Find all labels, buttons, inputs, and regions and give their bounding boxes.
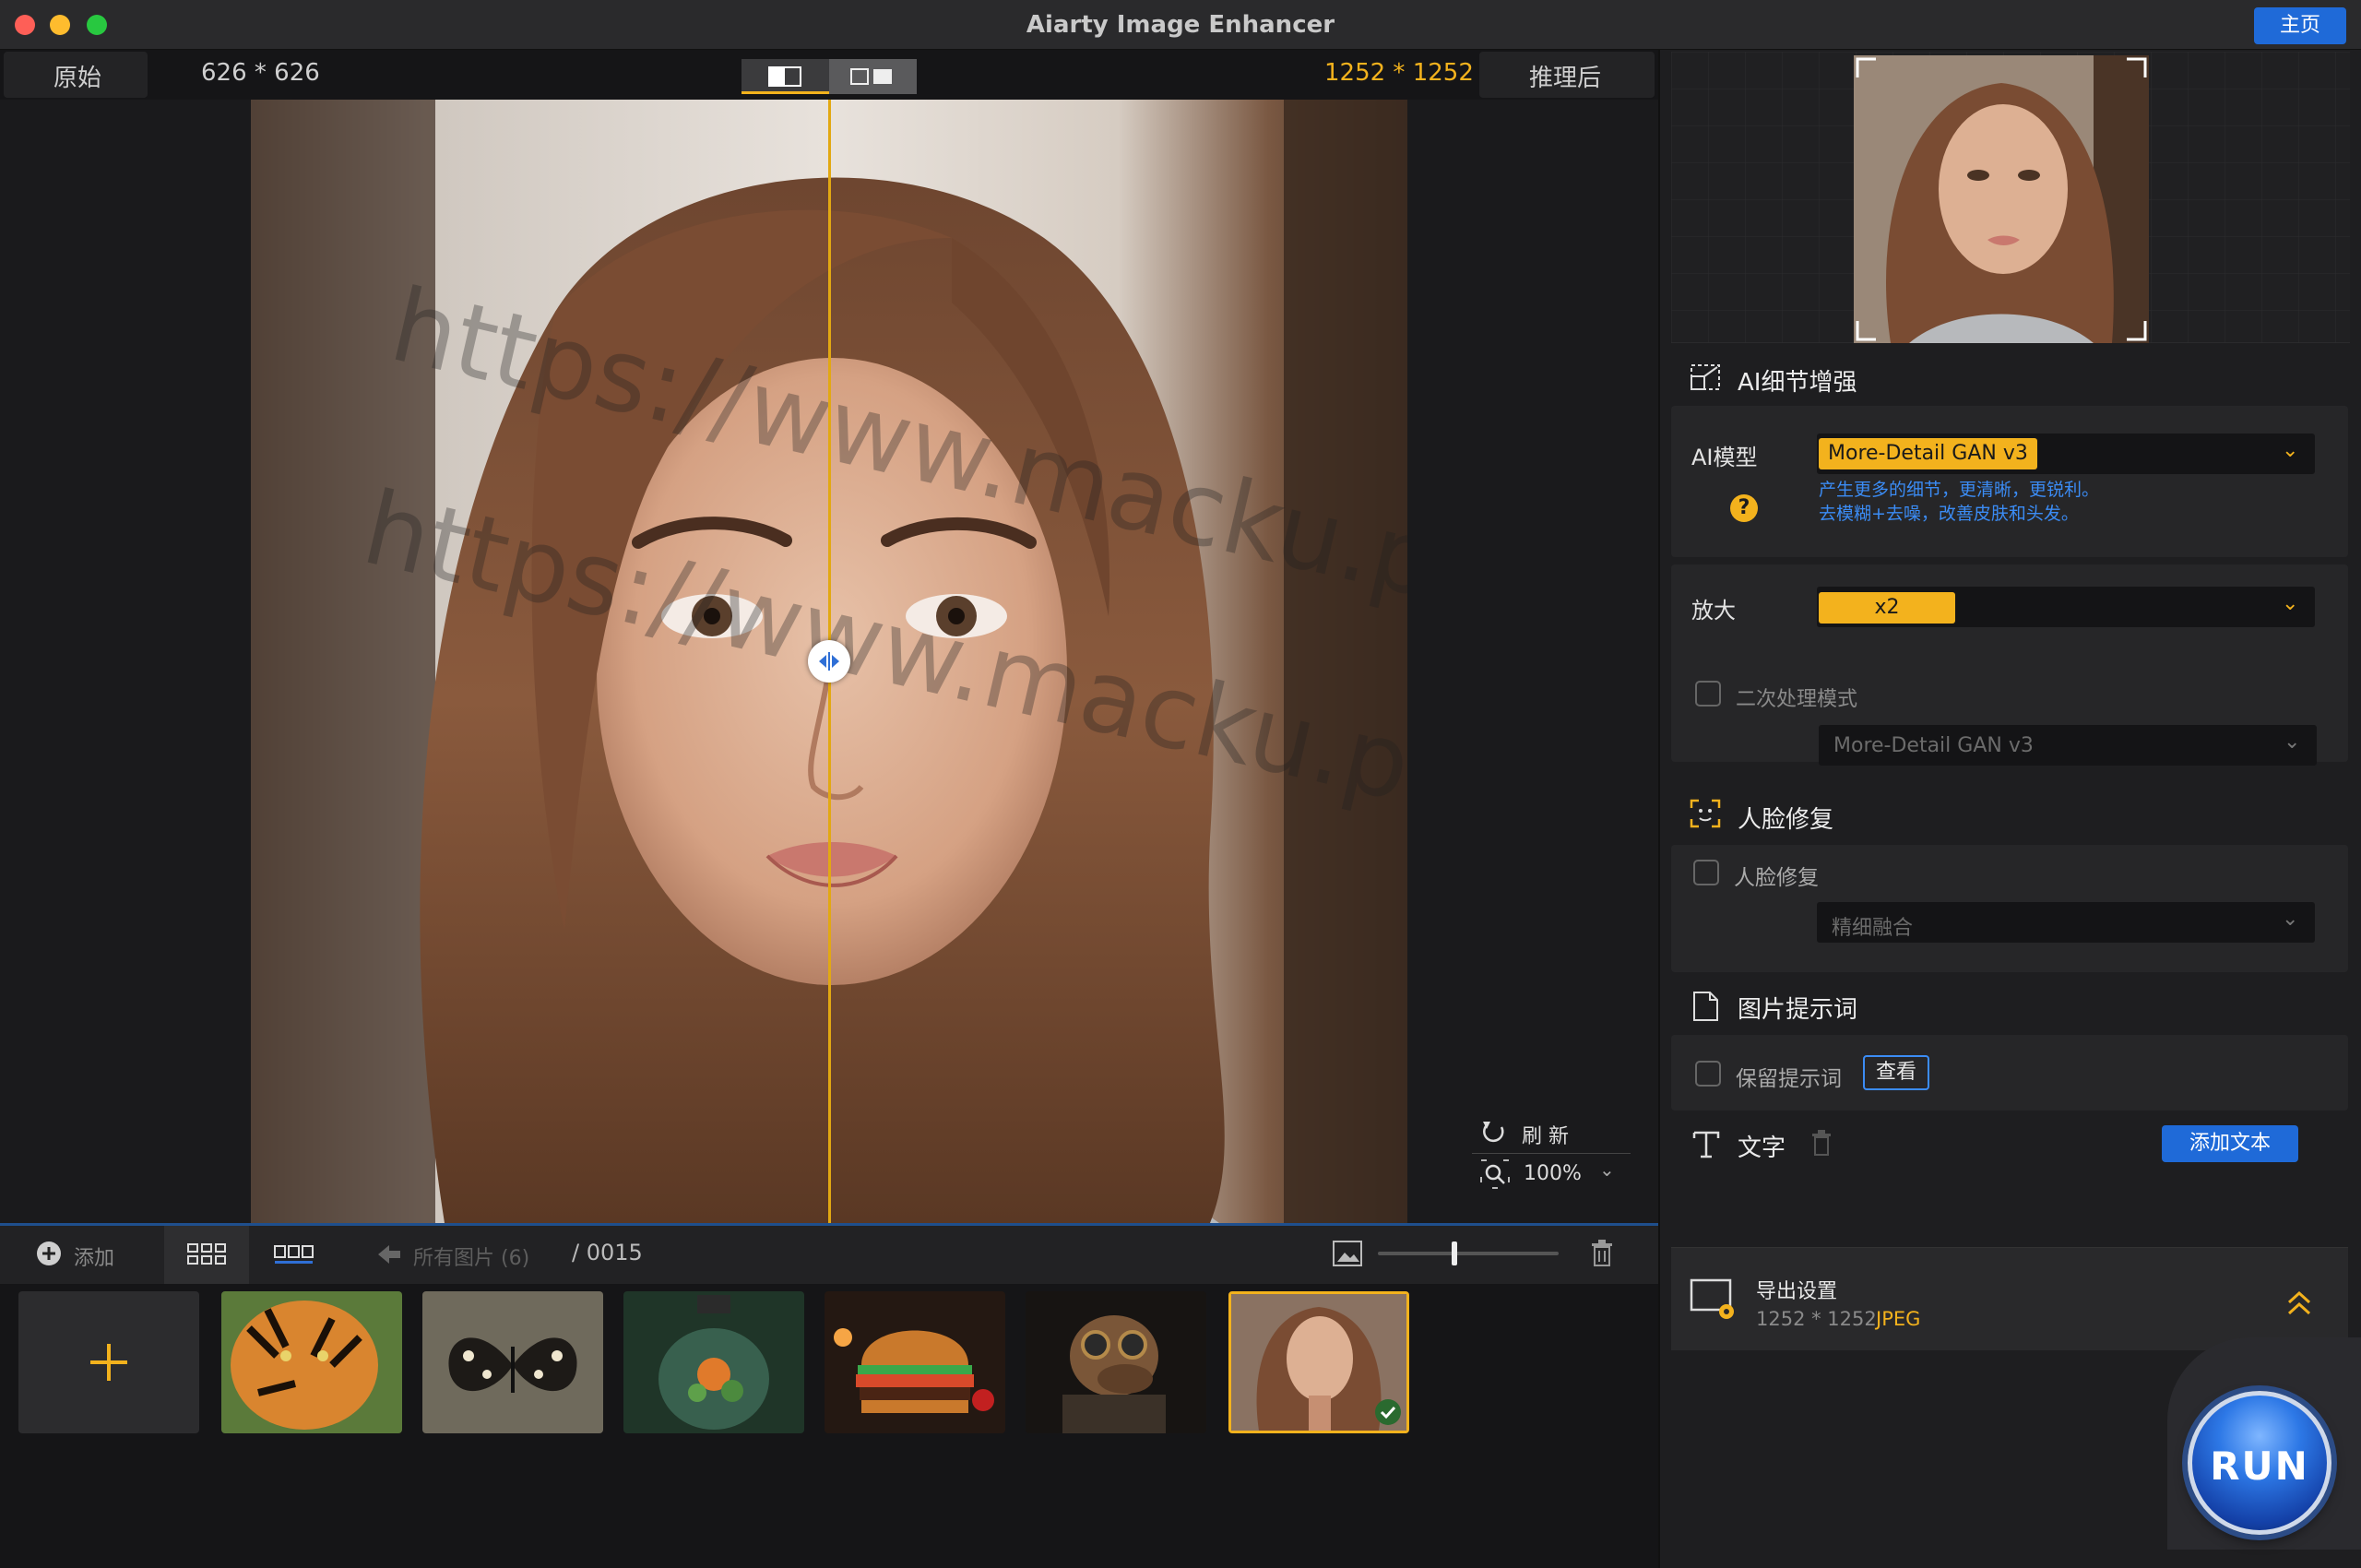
split-arrows-icon (819, 652, 839, 671)
secondary-model-value: More-Detail GAN v3 (1833, 734, 2034, 757)
view-mode-switch (742, 59, 917, 94)
upscale-dropdown[interactable]: x2 ⌄ (1817, 587, 2315, 627)
add-text-button[interactable]: 添加文本 (2162, 1125, 2298, 1162)
ai-model-chevron-icon: ⌄ (2282, 439, 2299, 462)
grid-icon (187, 1243, 226, 1265)
upscale-label: 放大 (1691, 598, 1736, 624)
navigator-thumbnail[interactable] (1854, 55, 2149, 343)
upscale-value: x2 (1819, 592, 1955, 624)
secondary-model-dropdown[interactable]: More-Detail GAN v3 ⌄ (1819, 725, 2317, 766)
upscale-chevron-icon: ⌄ (2282, 592, 2299, 615)
slider-thumb[interactable] (1452, 1241, 1457, 1265)
image-counter: / 0015 (572, 1240, 643, 1265)
secondary-model-chevron-icon: ⌄ (2284, 731, 2301, 754)
thumbnail-butterfly[interactable] (422, 1291, 603, 1433)
thumbnail-size-slider[interactable] (1378, 1252, 1559, 1255)
face-restore-icon (1690, 799, 1721, 828)
refresh-control[interactable]: 刷 新 (1479, 1114, 1636, 1151)
enhance-icon (1691, 364, 1720, 390)
face-restore-label: 人脸修复 (1734, 866, 1819, 890)
add-label: 添加 (74, 1247, 115, 1270)
thumbnail-dog[interactable] (1026, 1291, 1206, 1433)
thumbnail-tiger[interactable] (221, 1291, 402, 1433)
document-icon (1693, 992, 1718, 1021)
thumbnail-burger[interactable] (825, 1291, 1005, 1433)
image-size-icon (1333, 1241, 1362, 1266)
split-view-button[interactable] (742, 59, 829, 94)
thumbnail-terrarium[interactable] (623, 1291, 804, 1433)
side-by-side-view-button[interactable] (829, 59, 917, 94)
tiger-image (221, 1291, 402, 1433)
detail-section-title: AI细节增强 (1738, 369, 1857, 397)
terrarium-image (623, 1291, 804, 1433)
selected-check-icon (1375, 1399, 1401, 1425)
run-label: RUN (2210, 1443, 2309, 1489)
ai-model-value: More-Detail GAN v3 (1819, 438, 2037, 469)
butterfly-image (422, 1291, 603, 1433)
back-arrow-icon (378, 1245, 400, 1264)
add-image-button[interactable]: 添加 (35, 1240, 173, 1270)
zoom-icon (1480, 1159, 1510, 1189)
delete-text-icon[interactable] (1809, 1129, 1833, 1157)
face-mode-dropdown[interactable]: 精细融合 ⌄ (1817, 902, 2315, 943)
face-section-title: 人脸修复 (1738, 806, 1834, 834)
face-mode-value: 精细融合 (1832, 917, 1914, 940)
plus-icon (90, 1344, 127, 1381)
refresh-label: 刷 新 (1522, 1125, 1569, 1148)
trash-icon[interactable] (1588, 1238, 1616, 1267)
all-images-filter[interactable]: 所有图片 (6) (376, 1240, 561, 1270)
help-icon[interactable]: ? (1730, 494, 1758, 522)
zoom-level: 100% (1524, 1162, 1582, 1185)
secondary-mode-checkbox[interactable] (1695, 681, 1721, 707)
refresh-icon (1483, 1122, 1504, 1143)
face-restore-checkbox[interactable] (1693, 860, 1719, 885)
split-view-icon (768, 66, 801, 87)
run-button[interactable]: RUN (2188, 1391, 2331, 1535)
filmstrip-view-button[interactable] (251, 1226, 336, 1284)
face-mode-chevron-icon: ⌄ (2282, 908, 2299, 931)
plus-circle-icon (37, 1241, 61, 1265)
export-format: JPEG (1876, 1308, 1921, 1330)
export-title: 导出设置 (1756, 1280, 1838, 1303)
burger-image (825, 1291, 1005, 1433)
control-separator (1472, 1153, 1631, 1154)
split-handle[interactable] (808, 640, 850, 683)
secondary-mode-label: 二次处理模式 (1736, 688, 1858, 711)
ai-model-note-1: 产生更多的细节，更清晰，更锐利。 (1819, 480, 2100, 500)
zoom-control[interactable]: 100% ⌄ (1479, 1157, 1636, 1194)
keep-prompt-checkbox[interactable] (1695, 1061, 1721, 1087)
filmstrip-icon (274, 1245, 314, 1264)
grid-view-button[interactable] (164, 1226, 249, 1284)
steampunk-dog-image (1026, 1291, 1206, 1433)
add-thumbnail-button[interactable] (18, 1291, 199, 1433)
prompt-section-title: 图片提示词 (1738, 996, 1858, 1024)
export-size: 1252 * 1252 (1756, 1308, 1877, 1330)
home-button[interactable]: 主页 (2254, 7, 2346, 44)
export-settings-icon (1690, 1278, 1734, 1319)
result-label: 推理后 (1529, 65, 1602, 92)
all-images-label: 所有图片 (6) (413, 1247, 530, 1270)
original-size: 626 * 626 (201, 59, 320, 87)
result-size: 1252 * 1252 (1324, 59, 1474, 87)
side-by-side-icon (850, 68, 892, 85)
ai-model-label: AI模型 (1691, 445, 1758, 470)
thumbnail-portrait-selected[interactable] (1228, 1291, 1409, 1433)
app-title: Aiarty Image Enhancer (1026, 11, 1335, 39)
ai-model-note-2: 去模糊+去噪，改善皮肤和头发。 (1819, 504, 2079, 524)
text-tool-icon (1692, 1131, 1720, 1158)
text-section-title: 文字 (1738, 1134, 1786, 1162)
ai-model-dropdown[interactable]: More-Detail GAN v3 ⌄ (1817, 434, 2315, 474)
expand-chevron-icon[interactable] (2284, 1288, 2315, 1319)
original-label: 原始 (53, 65, 102, 92)
navigator-portrait (1854, 55, 2149, 343)
keep-prompt-label: 保留提示词 (1736, 1067, 1842, 1091)
zoom-chevron-icon: ⌄ (1599, 1158, 1615, 1181)
view-prompt-button[interactable]: 查看 (1863, 1055, 1929, 1090)
